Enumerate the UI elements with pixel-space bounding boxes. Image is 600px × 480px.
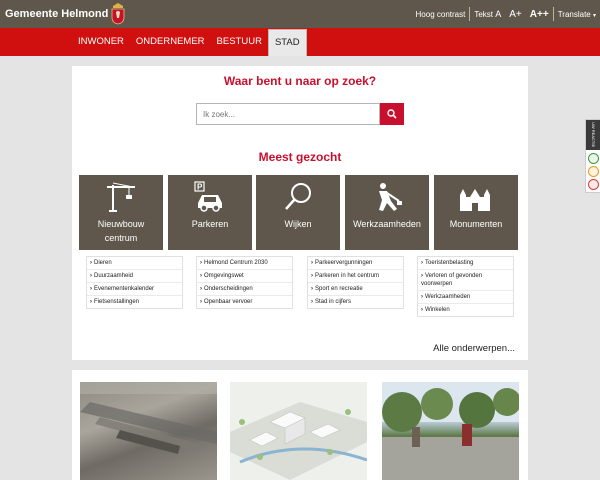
- list-item[interactable]: Omgevingswet: [197, 270, 292, 283]
- tile-label: Monumenten: [449, 219, 503, 229]
- search-bar: [196, 103, 404, 125]
- text-size-label: Tekst A: [470, 9, 505, 19]
- text-size-a-plus[interactable]: A+: [505, 9, 526, 20]
- list-item[interactable]: Sport en recreatie: [308, 283, 403, 296]
- tile-label: Nieuwbouw centrum: [97, 219, 145, 243]
- pavement-photo[interactable]: [80, 382, 217, 480]
- list-item[interactable]: Stad in cijfers: [308, 296, 403, 308]
- list-item[interactable]: Dieren: [87, 257, 182, 270]
- car-icon: P: [194, 181, 222, 212]
- popular-heading: Meest gezocht: [258, 150, 342, 164]
- roadworker-icon: [379, 183, 402, 211]
- square-image: [382, 382, 519, 480]
- link-list: Helmond Centrum 2030 Omgevingswet Onders…: [196, 256, 293, 309]
- tile-nieuwbouw-centrum[interactable]: Nieuwbouw centrum: [79, 175, 163, 250]
- svg-text:P: P: [197, 183, 203, 192]
- list-item[interactable]: Openbaar vervoer: [197, 296, 292, 308]
- top-bar: Gemeente Helmond Hoog contrast Tekst A A…: [0, 0, 600, 28]
- caret-down-icon: ▾: [592, 12, 596, 19]
- feedback-label: UW REACTIE: [586, 120, 600, 150]
- text-label: Tekst: [474, 10, 494, 19]
- tile-label: Parkeren: [191, 219, 229, 229]
- list-item[interactable]: Werkzaamheden: [418, 291, 513, 304]
- list-item[interactable]: Fietsenstallingen: [87, 296, 182, 308]
- nav-item-inwoner[interactable]: INWONER: [72, 28, 130, 56]
- search-input[interactable]: [196, 103, 380, 125]
- tile-wijken[interactable]: Wijken: [256, 175, 340, 250]
- site-brand[interactable]: Gemeente Helmond: [5, 8, 108, 20]
- list-item[interactable]: Verloren of gevonden voorwerpen: [418, 270, 513, 291]
- tile-monumenten[interactable]: Monumenten: [434, 175, 518, 250]
- link-list: Parkeervergunningen Parkeren in het cent…: [307, 256, 404, 309]
- text-size-a[interactable]: A: [495, 9, 501, 19]
- list-item[interactable]: Parkeervergunningen: [308, 257, 403, 270]
- tile-parkeren[interactable]: P Parkeren: [168, 175, 252, 250]
- list-item[interactable]: Parkeren in het centrum: [308, 270, 403, 283]
- castle-icon: [460, 189, 490, 211]
- feedback-tab[interactable]: UW REACTIE: [585, 119, 600, 193]
- list-item[interactable]: Onderscheidingen: [197, 283, 292, 296]
- nav-item-bestuur[interactable]: BESTUUR: [211, 28, 268, 56]
- happy-face-icon[interactable]: [588, 153, 599, 164]
- search-heading: Waar bent u naar op zoek?: [223, 74, 377, 88]
- translate-button[interactable]: Translate ▾: [554, 10, 600, 19]
- list-item[interactable]: Duurzaamheid: [87, 270, 182, 283]
- high-contrast-toggle[interactable]: Hoog contrast: [412, 10, 470, 19]
- list-item[interactable]: Toeristenbelasting: [418, 257, 513, 270]
- accessibility-tools: Hoog contrast Tekst A A+ A++ Translate ▾: [412, 0, 600, 28]
- search-icon: [387, 109, 397, 119]
- link-list: Dieren Duurzaamheid Evenementenkalender …: [86, 256, 183, 309]
- coat-of-arms-icon[interactable]: [110, 3, 126, 25]
- list-item[interactable]: Helmond Centrum 2030: [197, 257, 292, 270]
- tile-werkzaamheden[interactable]: Werkzaamheden: [345, 175, 429, 250]
- search-button[interactable]: [380, 103, 404, 125]
- all-subjects-link[interactable]: Alle onderwerpen...: [433, 343, 515, 354]
- nav-item-ondernemer[interactable]: ONDERNEMER: [130, 28, 211, 56]
- text-size-a-plus-plus[interactable]: A++: [526, 9, 553, 20]
- tile-label: Wijken: [284, 219, 312, 229]
- search-panel: Waar bent u naar op zoek? Meest gezocht …: [72, 66, 528, 360]
- main-nav: INWONER ONDERNEMER BESTUUR STAD: [0, 28, 600, 56]
- magnifier-icon: [285, 183, 311, 210]
- popular-tiles: Nieuwbouw centrum P Parkeren Wijken Werk…: [79, 175, 518, 250]
- square-photo[interactable]: [382, 382, 519, 480]
- neutral-face-icon[interactable]: [588, 166, 599, 177]
- sad-face-icon[interactable]: [588, 179, 599, 190]
- link-list: Toeristenbelasting Verloren of gevonden …: [417, 256, 514, 317]
- list-item[interactable]: Evenementenkalender: [87, 283, 182, 296]
- translate-label: Translate: [557, 9, 591, 19]
- news-images: [72, 370, 528, 480]
- city-model-image: [230, 402, 367, 480]
- nav-item-stad[interactable]: STAD: [267, 29, 307, 56]
- list-item[interactable]: Winkelen: [418, 304, 513, 316]
- city-model-photo[interactable]: [230, 382, 367, 480]
- tile-label: Werkzaamheden: [353, 219, 421, 229]
- crane-icon: [107, 182, 135, 212]
- pavement-image: [80, 382, 217, 454]
